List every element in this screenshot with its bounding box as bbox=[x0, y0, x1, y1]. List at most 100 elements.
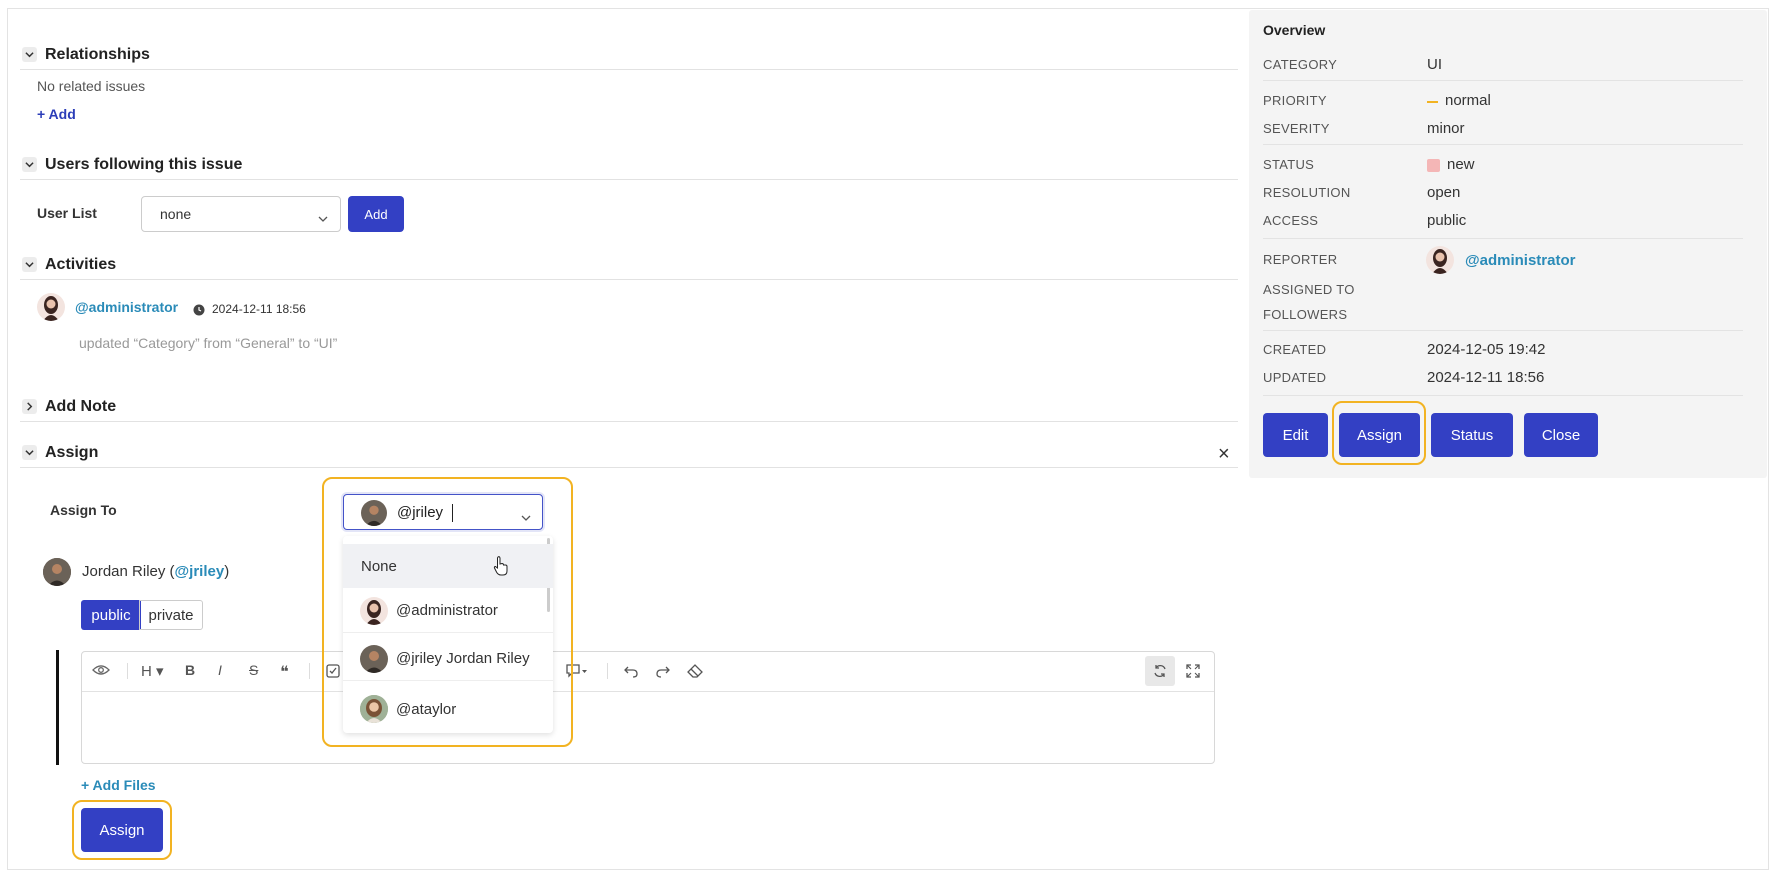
dropdown-option-label: @administrator bbox=[396, 602, 498, 619]
followers-header[interactable]: Users following this issue bbox=[20, 150, 1238, 180]
quote-icon[interactable]: ❝ bbox=[280, 662, 289, 682]
visibility-private-button[interactable]: private bbox=[139, 600, 203, 630]
category-label: CATEGORY bbox=[1263, 57, 1338, 72]
status-button[interactable]: Status bbox=[1431, 413, 1513, 457]
assign-title: Assign bbox=[45, 443, 99, 461]
avatar bbox=[37, 293, 65, 321]
activity-text: updated “Category” from “General” to “UI… bbox=[79, 335, 338, 351]
access-value: public bbox=[1427, 212, 1467, 229]
fullscreen-icon[interactable] bbox=[1186, 664, 1200, 681]
user-list-label: User List bbox=[37, 205, 97, 221]
heading-icon[interactable]: H ▾ bbox=[141, 662, 164, 680]
overview-divider bbox=[1263, 330, 1743, 331]
priority-label: PRIORITY bbox=[1263, 93, 1327, 108]
avatar bbox=[360, 596, 388, 625]
resolution-value: open bbox=[1427, 184, 1461, 201]
redo-icon[interactable] bbox=[656, 664, 670, 681]
visibility-public-button[interactable]: public bbox=[81, 600, 141, 630]
sync-icon[interactable] bbox=[1153, 664, 1167, 681]
dropdown-option-none[interactable]: None bbox=[343, 544, 553, 588]
user-list-select[interactable]: none bbox=[141, 196, 341, 232]
updated-label: UPDATED bbox=[1263, 370, 1327, 385]
created-value: 2024-12-05 19:42 bbox=[1427, 341, 1546, 358]
assign-header[interactable]: Assign bbox=[20, 438, 1238, 468]
chevron-down-icon[interactable] bbox=[22, 157, 37, 172]
overview-assign-button[interactable]: Assign bbox=[1339, 413, 1420, 457]
chevron-down-icon[interactable] bbox=[22, 257, 37, 272]
dropdown-option-ataylor[interactable]: @ataylor bbox=[343, 687, 553, 731]
activity-user-link[interactable]: @administrator bbox=[75, 299, 178, 315]
created-label: CREATED bbox=[1263, 342, 1327, 357]
chevron-down-icon bbox=[318, 210, 328, 226]
overview-divider bbox=[1263, 238, 1743, 239]
dropdown-option-label: @ataylor bbox=[396, 700, 457, 718]
overview-divider bbox=[1263, 80, 1743, 81]
avatar bbox=[360, 695, 388, 723]
editor-textarea[interactable] bbox=[82, 693, 1214, 763]
avatar bbox=[361, 500, 387, 526]
assigned-to-label: ASSIGNED TO bbox=[1263, 282, 1355, 297]
activities-header[interactable]: Activities bbox=[20, 250, 1238, 280]
updated-value: 2024-12-11 18:56 bbox=[1427, 369, 1545, 386]
avatar bbox=[360, 644, 388, 673]
dropdown-option-administrator[interactable]: @administrator bbox=[343, 589, 553, 633]
clock-icon bbox=[193, 303, 205, 321]
add-files-link[interactable]: + Add Files bbox=[81, 777, 156, 793]
add-note-title: Add Note bbox=[45, 397, 117, 415]
undo-icon[interactable] bbox=[624, 664, 638, 681]
assign-to-label: Assign To bbox=[50, 502, 117, 518]
overview-title: Overview bbox=[1263, 22, 1326, 38]
chevron-right-icon[interactable] bbox=[22, 399, 37, 414]
edit-button[interactable]: Edit bbox=[1263, 413, 1328, 457]
reporter-label: REPORTER bbox=[1263, 252, 1338, 267]
priority-dash-icon bbox=[1427, 101, 1438, 103]
followers-title: Users following this issue bbox=[45, 155, 243, 173]
followers-label: FOLLOWERS bbox=[1263, 307, 1348, 322]
eye-icon[interactable] bbox=[92, 663, 110, 680]
reporter-link[interactable]: @administrator bbox=[1465, 252, 1575, 269]
add-relationship-link[interactable]: + Add bbox=[37, 106, 76, 122]
avatar bbox=[1426, 246, 1454, 274]
heading-glyph: H bbox=[141, 663, 152, 680]
selected-user-handle[interactable]: @jriley bbox=[175, 563, 225, 580]
dropdown-option-jriley[interactable]: @jriley Jordan Riley bbox=[343, 637, 553, 681]
strikethrough-icon[interactable]: S bbox=[249, 662, 258, 678]
add-note-header[interactable]: Add Note bbox=[20, 392, 1238, 422]
no-related-issues-text: No related issues bbox=[37, 78, 146, 94]
assign-submit-button[interactable]: Assign bbox=[81, 808, 163, 852]
editor-indent-bar bbox=[56, 650, 59, 765]
resolution-label: RESOLUTION bbox=[1263, 185, 1351, 200]
relationships-header[interactable]: Relationships bbox=[20, 40, 1238, 70]
hand-cursor-icon bbox=[493, 556, 509, 581]
access-label: ACCESS bbox=[1263, 213, 1319, 228]
severity-label: SEVERITY bbox=[1263, 121, 1330, 136]
chevron-down-icon[interactable] bbox=[22, 47, 37, 62]
status-swatch bbox=[1427, 159, 1440, 172]
close-icon[interactable]: × bbox=[1218, 443, 1230, 466]
activity-timestamp: 2024-12-11 18:56 bbox=[212, 302, 306, 316]
severity-value: minor bbox=[1427, 120, 1465, 137]
add-follower-button[interactable]: Add bbox=[348, 196, 404, 232]
relationships-title: Relationships bbox=[45, 45, 150, 63]
italic-icon[interactable]: I bbox=[218, 662, 222, 678]
close-issue-button[interactable]: Close bbox=[1524, 413, 1598, 457]
chevron-down-icon[interactable] bbox=[22, 445, 37, 460]
selected-user-close-paren: ) bbox=[224, 563, 230, 580]
selected-user-label: Jordan Riley (@jriley) bbox=[82, 563, 229, 580]
selected-user-name: Jordan Riley ( bbox=[82, 563, 175, 580]
avatar bbox=[43, 558, 71, 586]
bold-icon[interactable]: B bbox=[185, 662, 195, 678]
status-value: new bbox=[1447, 156, 1475, 173]
priority-value: normal bbox=[1445, 92, 1491, 109]
chevron-down-icon[interactable] bbox=[521, 509, 531, 527]
activities-title: Activities bbox=[45, 255, 117, 273]
overview-divider bbox=[1263, 395, 1743, 396]
category-value: UI bbox=[1427, 56, 1442, 73]
eraser-icon[interactable] bbox=[687, 664, 703, 681]
toolbar-divider bbox=[127, 663, 128, 679]
dropdown-option-label: @jriley Jordan Riley bbox=[396, 650, 530, 667]
overview-divider bbox=[1263, 144, 1743, 145]
assign-to-input[interactable]: @jriley bbox=[343, 494, 543, 530]
toolbar-divider bbox=[309, 663, 310, 679]
text-cursor bbox=[452, 504, 453, 522]
